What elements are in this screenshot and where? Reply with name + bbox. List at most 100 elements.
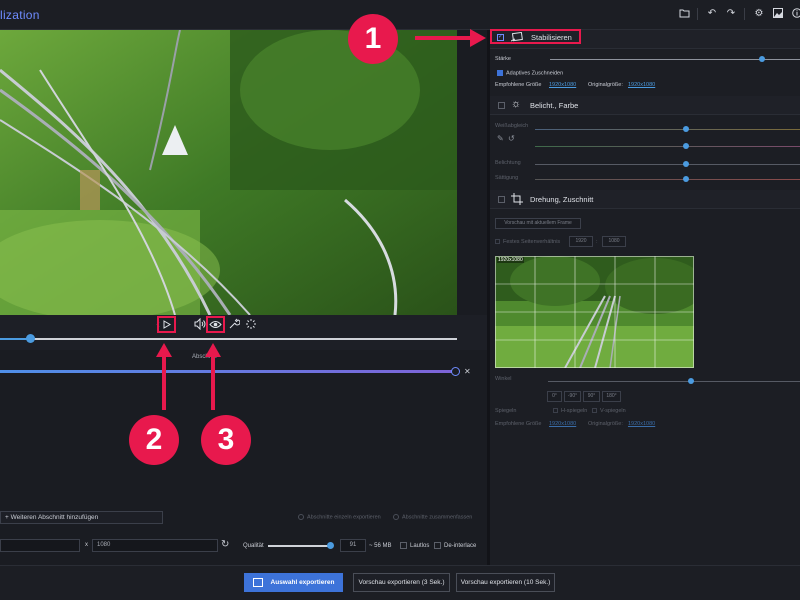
strength-label: Stärke	[495, 56, 511, 62]
checkbox-icon	[495, 239, 500, 245]
export-merge-label: Abschnitte zusammenfassen	[402, 514, 473, 521]
mute-option[interactable]: Lautlos	[400, 542, 429, 549]
v-mirror-label: V-spiegeln	[600, 408, 626, 414]
crop-original-size-link[interactable]: 1920x1080	[628, 421, 655, 427]
checkbox-icon	[498, 102, 505, 109]
angle-180-button[interactable]: 180°	[602, 391, 621, 402]
quality-slider[interactable]	[268, 545, 330, 547]
ratio-height-field[interactable]: 1080	[602, 236, 626, 247]
height-field[interactable]: 1080	[92, 539, 218, 552]
app-title: lization	[0, 8, 40, 22]
export-merge-option[interactable]: Abschnitte zusammenfassen	[393, 514, 472, 520]
rotate-crop-section-header[interactable]: Drehung, Zuschnitt	[490, 190, 800, 209]
width-field[interactable]	[0, 539, 80, 552]
stabilize-title: Stabilisieren	[531, 33, 572, 42]
fixed-ratio-option[interactable]: Festes Seitenverhältnis	[495, 239, 560, 245]
checkbox-icon	[498, 196, 505, 203]
adaptive-crop-option[interactable]: Adaptives Zuschneiden	[497, 70, 563, 76]
section-range-end-handle[interactable]	[451, 367, 460, 376]
stabilize-icon	[510, 31, 525, 44]
redo-icon[interactable]: ↷	[725, 8, 737, 20]
sun-icon: ☼	[511, 98, 522, 110]
loading-icon	[243, 318, 259, 332]
ratio-width-field[interactable]: 1920	[569, 236, 593, 247]
exposure-label: Belichtung	[495, 160, 521, 166]
timeline-track[interactable]	[0, 338, 457, 340]
angle-90-button[interactable]: 90°	[583, 391, 600, 402]
stab-original-size-label: Originalgröße:	[588, 82, 623, 88]
stab-recommended-size-label: Empfohlene Größe	[495, 82, 542, 88]
checkbox-checked-icon: ✓	[497, 34, 504, 41]
checkbox-icon	[553, 408, 558, 414]
arrowhead-up-icon	[205, 343, 221, 357]
ratio-separator: :	[596, 239, 598, 245]
reset-icon[interactable]: ↻	[221, 539, 229, 551]
white-balance-slider[interactable]	[535, 129, 800, 130]
saturation-label: Sättigung	[495, 175, 519, 181]
stabilize-toggle[interactable]: ✓ Stabilisieren	[490, 29, 581, 44]
export-individually-option[interactable]: Abschnitte einzeln exportieren	[298, 514, 381, 520]
white-balance-handle[interactable]	[683, 126, 689, 132]
gear-icon[interactable]: ⚙	[753, 8, 765, 20]
deinterlace-label: De-interlace	[444, 543, 477, 550]
preview-current-frame-button[interactable]: Vorschau mit aktuellem Frame	[495, 218, 581, 229]
play-icon[interactable]	[157, 316, 176, 333]
saturation-handle[interactable]	[683, 176, 689, 182]
arrowhead-right-icon	[470, 29, 486, 47]
tint-handle[interactable]	[683, 143, 689, 149]
white-balance-label: Weißabgleich	[495, 123, 529, 129]
annotation-arrow-1	[415, 36, 473, 40]
angle-slider[interactable]	[548, 381, 800, 382]
radio-icon	[393, 514, 399, 520]
timeline-playhead[interactable]	[26, 334, 35, 343]
angle-minus90-button[interactable]: -90°	[564, 391, 581, 402]
export-icon	[252, 577, 263, 587]
quality-slider-handle[interactable]	[327, 542, 334, 549]
folder-icon[interactable]	[678, 8, 690, 20]
add-section-button[interactable]: + Weiteren Abschnitt hinzufügen	[0, 511, 163, 524]
fixed-ratio-label: Festes Seitenverhältnis	[503, 239, 561, 245]
mirror-label: Spiegeln	[495, 408, 517, 414]
stab-recommended-size-link[interactable]: 1920x1080	[549, 82, 576, 88]
annotation-badge-2: 2	[129, 415, 179, 465]
strength-slider-handle[interactable]	[759, 56, 765, 62]
quality-label: Qualität	[243, 543, 264, 549]
eyedropper-icon[interactable]: ✎	[497, 134, 504, 143]
image-icon[interactable]	[772, 8, 784, 20]
v-mirror-option[interactable]: V-spiegeln	[592, 408, 626, 414]
checkbox-icon	[400, 542, 407, 549]
export-preview-10s-button[interactable]: Vorschau exportieren (10 Sek.)	[456, 573, 555, 592]
rotate-crop-title: Drehung, Zuschnitt	[530, 195, 594, 204]
exposure-slider[interactable]	[535, 164, 800, 165]
deinterlace-option[interactable]: De-interlace	[434, 542, 476, 549]
checkbox-icon	[592, 408, 597, 414]
export-selection-button[interactable]: Auswahl exportieren	[244, 573, 343, 592]
angle-0-button[interactable]: 0°	[547, 391, 562, 402]
export-preview-3s-button[interactable]: Vorschau exportieren (3 Sek.)	[353, 573, 450, 592]
export-selection-label: Auswahl exportieren	[270, 579, 335, 586]
video-preview[interactable]	[0, 30, 457, 315]
stab-original-size-link[interactable]: 1920x1080	[628, 82, 655, 88]
checkbox-icon	[434, 542, 441, 549]
file-size-estimate: ~ 56 MB	[369, 543, 392, 549]
annotation-arrow-2	[162, 356, 166, 410]
wrench-icon[interactable]	[226, 318, 242, 332]
info-icon[interactable]	[791, 8, 800, 20]
close-icon[interactable]: ✕	[464, 367, 471, 376]
toolbar-divider	[744, 8, 745, 20]
undo-icon[interactable]: ↶	[706, 8, 718, 20]
angle-slider-handle[interactable]	[688, 378, 694, 384]
section-range-track[interactable]	[0, 370, 455, 373]
exposure-section-header[interactable]: ☼ Belicht., Farbe	[490, 96, 800, 115]
crop-recommended-size-link[interactable]: 1920x1080	[549, 421, 576, 427]
crop-size-badge: 1920x1080	[497, 257, 524, 263]
crop-preview[interactable]: 1920x1080	[495, 256, 694, 368]
saturation-slider[interactable]	[535, 179, 800, 180]
tint-slider[interactable]	[535, 146, 800, 147]
reset-icon[interactable]: ↺	[508, 134, 515, 143]
crop-icon	[511, 193, 523, 207]
quality-value-field[interactable]: 91	[340, 539, 366, 552]
exposure-handle[interactable]	[683, 161, 689, 167]
h-mirror-option[interactable]: H-spiegeln	[553, 408, 587, 414]
eye-icon[interactable]	[206, 316, 225, 333]
